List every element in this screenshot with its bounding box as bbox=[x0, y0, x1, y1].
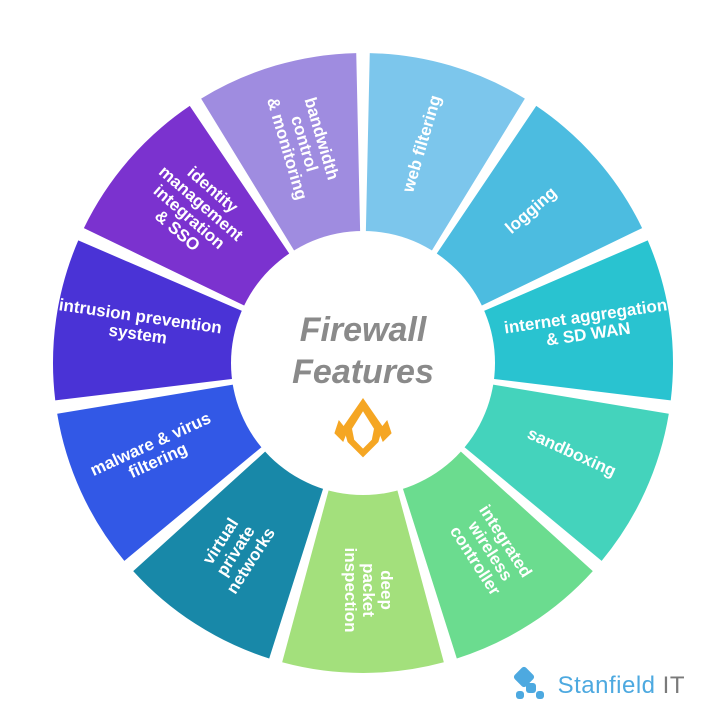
wheel-svg: web filteringlogginginternet aggregation… bbox=[43, 43, 683, 683]
logo-brand-secondary: IT bbox=[656, 672, 686, 699]
firewall-features-wheel: web filteringlogginginternet aggregation… bbox=[43, 43, 683, 683]
center-title-line2: Features bbox=[292, 353, 434, 391]
stanfield-it-logo: Stanfield IT bbox=[516, 669, 685, 703]
logo-mark-icon bbox=[516, 669, 550, 703]
center-title-line1: Firewall bbox=[299, 311, 427, 349]
logo-text: Stanfield IT bbox=[558, 672, 685, 700]
logo-brand-primary: Stanfield bbox=[558, 672, 656, 699]
